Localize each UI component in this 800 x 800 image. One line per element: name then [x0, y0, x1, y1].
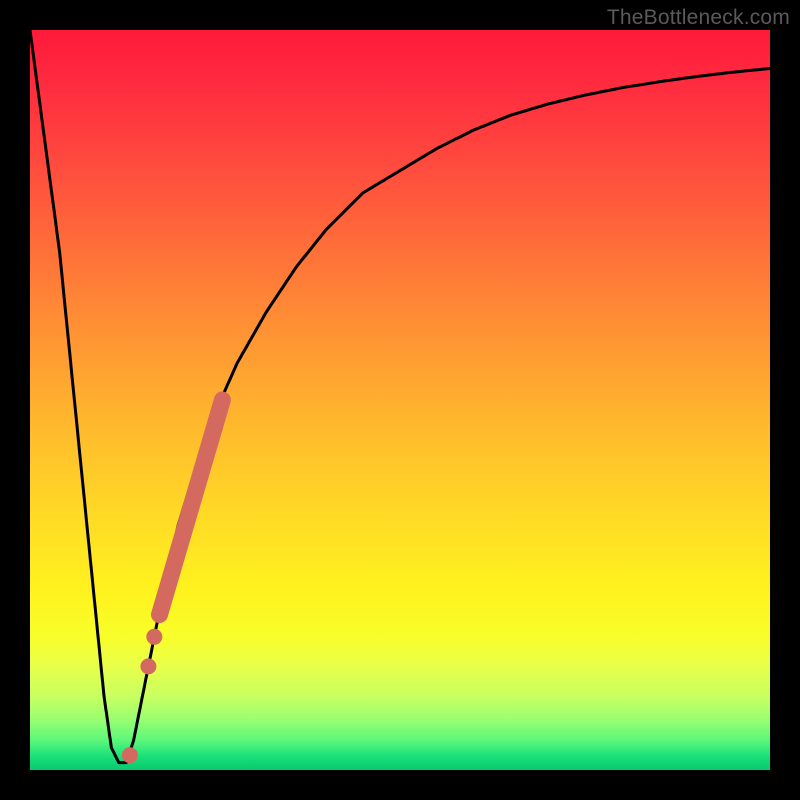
highlight-segment — [160, 400, 223, 615]
marker-dot-3 — [122, 747, 138, 763]
curve-layer — [30, 30, 770, 770]
chart-frame: TheBottleneck.com — [0, 0, 800, 800]
marker-dot-1 — [140, 658, 156, 674]
watermark-text: TheBottleneck.com — [607, 6, 790, 30]
bottleneck-curve — [30, 30, 770, 763]
plot-area — [30, 30, 770, 770]
marker-dot-2 — [146, 629, 162, 645]
